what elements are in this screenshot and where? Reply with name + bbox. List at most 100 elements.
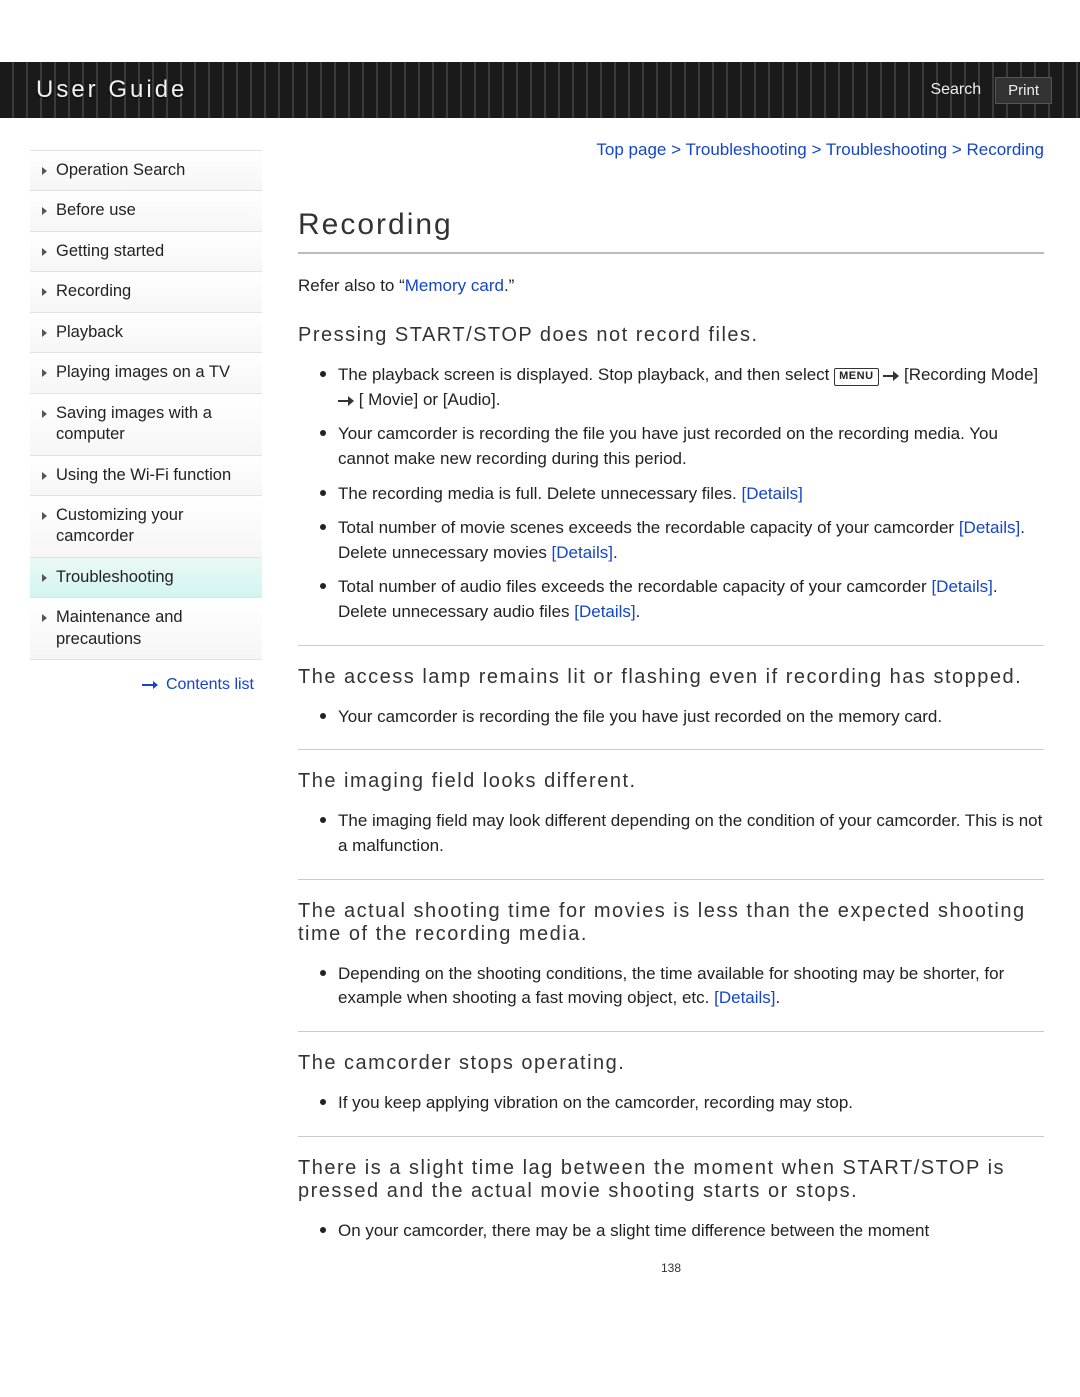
caret-right-icon [42,512,47,520]
section: The actual shooting time for movies is l… [298,900,1044,1011]
menu-box-icon: MENU [834,368,878,386]
sidebar-item[interactable]: Saving images with a computer [30,394,262,456]
sidebar-item[interactable]: Playback [30,313,262,353]
header-title: User Guide [36,76,187,104]
caret-right-icon [42,472,47,480]
breadcrumb-link[interactable]: Troubleshooting [685,140,806,159]
page-title: Recording [298,208,1044,254]
list-item: Depending on the shooting conditions, th… [320,962,1044,1011]
sidebar-item[interactable]: Using the Wi-Fi function [30,456,262,496]
details-link[interactable]: [Details] [714,988,775,1007]
list-item: The recording media is full. Delete unne… [320,482,1044,507]
details-link[interactable]: [Details] [741,484,802,503]
details-link[interactable]: [Details] [959,518,1020,537]
contents-list: Contents list [30,660,262,694]
caret-right-icon [42,329,47,337]
sidebar-item-label: Customizing your camcorder [56,505,252,548]
section-heading: The actual shooting time for movies is l… [298,900,1044,952]
contents-list-link[interactable]: Contents list [142,676,255,693]
list-item: Total number of audio files exceeds the … [320,575,1044,624]
list-item: Total number of movie scenes exceeds the… [320,516,1044,565]
section: The imaging field looks different. The im… [298,770,1044,858]
section-heading: There is a slight time lag between the m… [298,1157,1044,1209]
section-list: The playback screen is displayed. Stop p… [298,363,1044,625]
breadcrumb-link[interactable]: Troubleshooting [826,140,947,159]
list-item: On your camcorder, there may be a slight… [320,1219,1044,1244]
section-divider [298,645,1044,646]
list-item: If you keep applying vibration on the ca… [320,1091,1044,1116]
intro-prefix: Refer also to “ [298,276,405,295]
sidebar-item[interactable]: Recording [30,272,262,312]
section: There is a slight time lag between the m… [298,1157,1044,1244]
sidebar-item-label: Playback [56,322,123,343]
breadcrumb-link[interactable]: Recording [967,140,1045,159]
arrow-right-icon [883,371,899,381]
list-item: The playback screen is displayed. Stop p… [320,363,1044,412]
header-bar: User Guide Search Print [0,62,1080,118]
sidebar-item-label: Using the Wi-Fi function [56,465,231,486]
print-button[interactable]: Print [995,77,1052,104]
search-link[interactable]: Search [930,81,981,99]
section-divider [298,1031,1044,1032]
sidebar-item-label: Maintenance and precautions [56,607,252,650]
caret-right-icon [42,167,47,175]
sections-container: Pressing START/STOP does not record file… [298,324,1044,1243]
sidebar-item[interactable]: Getting started [30,232,262,272]
details-link[interactable]: [Details] [574,602,635,621]
page-number: 138 [298,1261,1044,1275]
caret-right-icon [42,410,47,418]
section-list: The imaging field may look different dep… [298,809,1044,858]
breadcrumb-link[interactable]: Top page [596,140,666,159]
intro-suffix: .” [504,276,514,295]
caret-right-icon [42,248,47,256]
sidebar-item[interactable]: Customizing your camcorder [30,496,262,558]
sidebar-item[interactable]: Troubleshooting [30,558,262,598]
section-list: Depending on the shooting conditions, th… [298,962,1044,1011]
sidebar-item[interactable]: Before use [30,191,262,231]
caret-right-icon [42,574,47,582]
contents-list-label: Contents list [166,676,254,693]
section-divider [298,1136,1044,1137]
section: The access lamp remains lit or flashing … [298,666,1044,730]
memory-card-link[interactable]: Memory card [405,276,504,295]
sidebar-item-label: Before use [56,200,136,221]
sidebar-item-label: Saving images with a computer [56,403,252,446]
sidebar-item-label: Recording [56,281,131,302]
section-list: If you keep applying vibration on the ca… [298,1091,1044,1116]
sidebar-item-label: Troubleshooting [56,567,174,588]
details-link[interactable]: [Details] [552,543,613,562]
section-heading: The access lamp remains lit or flashing … [298,666,1044,695]
list-item: Your camcorder is recording the file you… [320,422,1044,471]
section-list: On your camcorder, there may be a slight… [298,1219,1044,1244]
list-item: The imaging field may look different dep… [320,809,1044,858]
breadcrumb-separator: > [807,140,826,159]
intro-text: Refer also to “Memory card.” [298,276,1044,296]
arrow-right-icon [338,396,354,406]
caret-right-icon [42,288,47,296]
section-divider [298,749,1044,750]
section-heading: The imaging field looks different. [298,770,1044,799]
breadcrumb-separator: > [947,140,966,159]
main-content: Top page > Troubleshooting > Troubleshoo… [298,140,1044,1275]
sidebar-item[interactable]: Maintenance and precautions [30,598,262,660]
caret-right-icon [42,207,47,215]
breadcrumb: Top page > Troubleshooting > Troubleshoo… [298,140,1044,160]
sidebar-list: Operation Search Before use Getting starte… [30,150,262,660]
arrow-right-icon [142,681,158,689]
sidebar-item-label: Getting started [56,241,164,262]
breadcrumb-separator: > [666,140,685,159]
details-link[interactable]: [Details] [931,577,992,596]
caret-right-icon [42,614,47,622]
sidebar-item[interactable]: Playing images on a TV [30,353,262,393]
section-divider [298,879,1044,880]
section: Pressing START/STOP does not record file… [298,324,1044,625]
sidebar: Operation Search Before use Getting starte… [30,150,262,694]
sidebar-item-label: Playing images on a TV [56,362,230,383]
list-item: Your camcorder is recording the file you… [320,705,1044,730]
section-list: Your camcorder is recording the file you… [298,705,1044,730]
section-heading: The camcorder stops operating. [298,1052,1044,1081]
sidebar-item[interactable]: Operation Search [30,151,262,191]
section: The camcorder stops operating. If you kee… [298,1052,1044,1116]
caret-right-icon [42,369,47,377]
sidebar-item-label: Operation Search [56,160,185,181]
